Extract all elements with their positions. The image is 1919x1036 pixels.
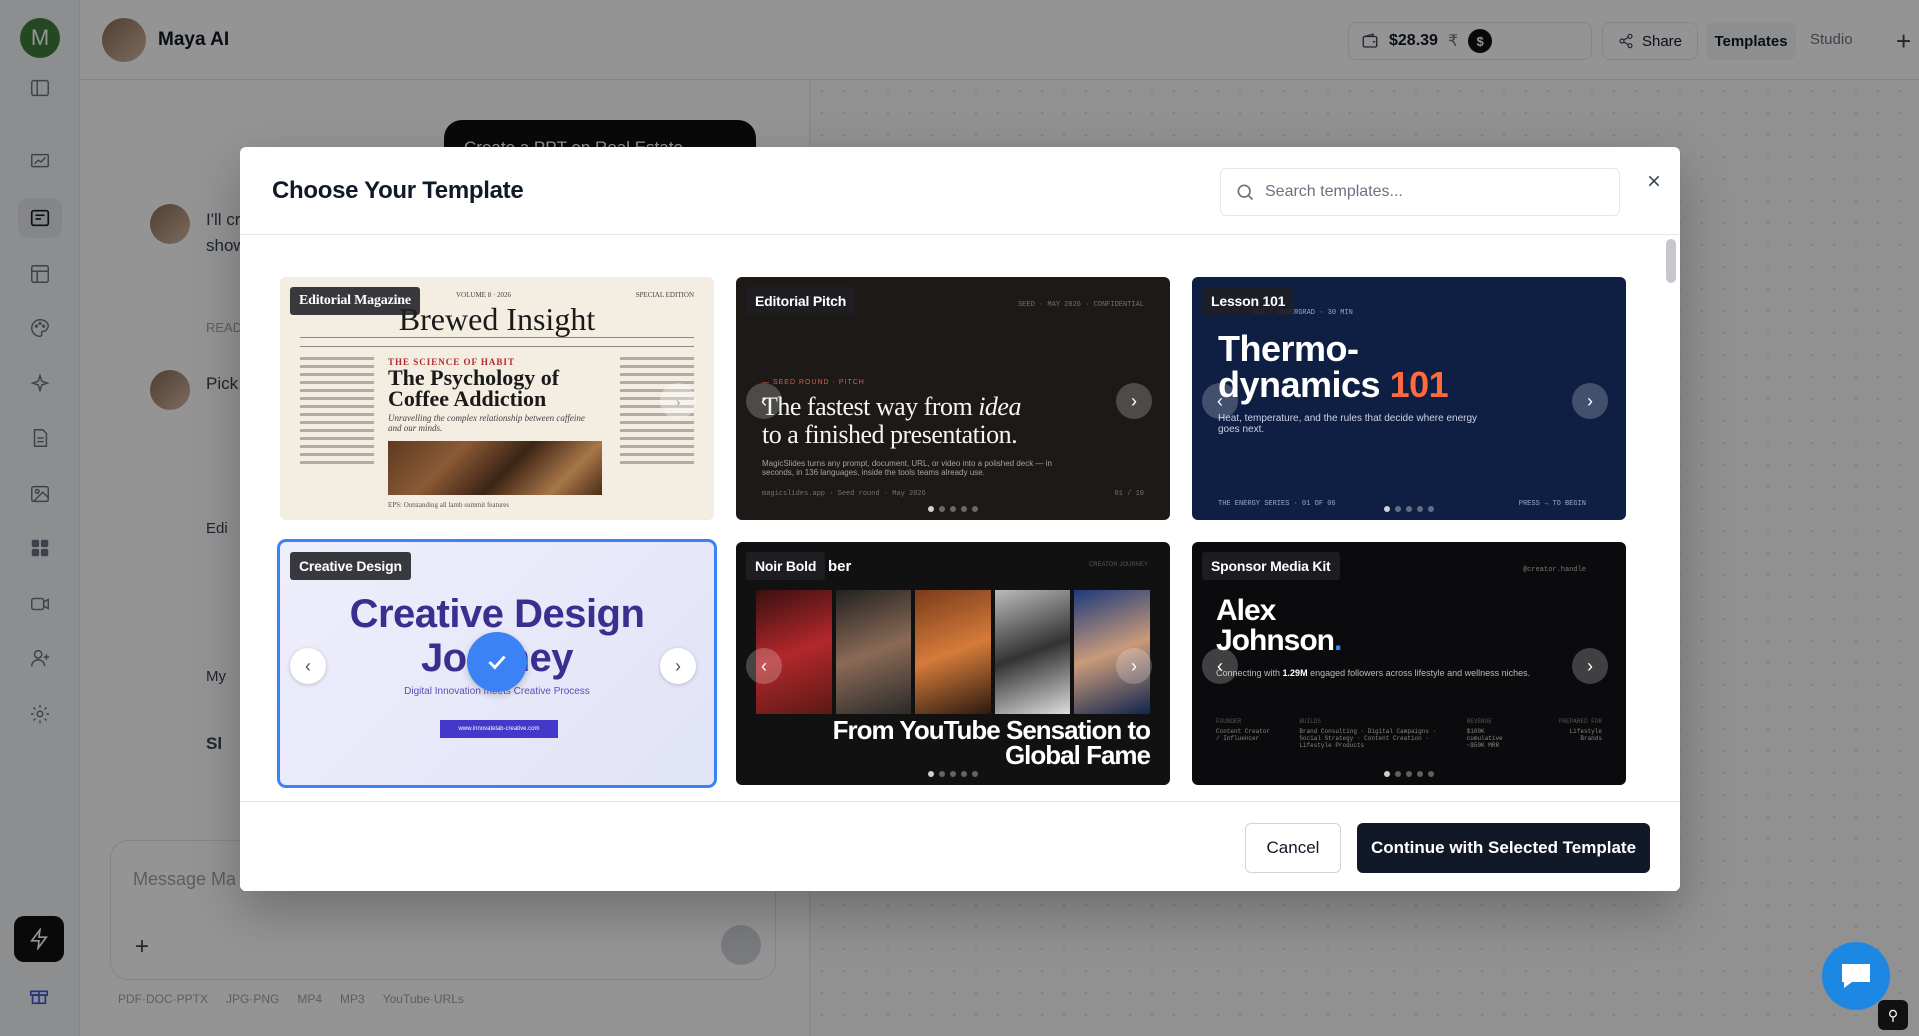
next-slide-arrow[interactable]: › xyxy=(1572,648,1608,684)
template-tag: Editorial Magazine xyxy=(290,287,420,315)
template-search[interactable] xyxy=(1220,168,1620,216)
sponsor-last-name: Johnson xyxy=(1216,624,1335,657)
prev-slide-arrow[interactable]: ‹ xyxy=(1202,648,1238,684)
next-slide-arrow[interactable]: › xyxy=(1572,383,1608,419)
lesson-headline: Thermo- dynamics 101 xyxy=(1218,328,1449,405)
next-slide-arrow[interactable]: › xyxy=(660,383,696,419)
creative-link-button: www.innovatelab-creative.com xyxy=(440,720,558,738)
stat-key: FOUNDER xyxy=(1216,718,1242,725)
modal-header: Choose Your Template xyxy=(240,147,1680,235)
stat-value: Content Creator / Influencer xyxy=(1216,728,1271,742)
magazine-deck: Unravelling the complex relationship bet… xyxy=(388,413,585,433)
sponsor-stat: PREPARED FOR Lifestyle Brands xyxy=(1550,718,1602,749)
selected-check-icon xyxy=(467,632,527,692)
slide-dots xyxy=(1384,771,1434,777)
stat-key: BUILDS xyxy=(1299,718,1321,725)
sponsor-headline: Alex Johnson. xyxy=(1216,594,1342,657)
template-tag: Noir Bold xyxy=(746,552,826,580)
template-card-sponsor-media-kit[interactable]: Sponsor Media Kit @creator.handle Alex J… xyxy=(1192,542,1626,785)
magazine-volume: VOLUME 8 · 2026 xyxy=(456,291,512,299)
creative-headline-a: Creative Design xyxy=(349,592,645,636)
pitch-headline-em: idea xyxy=(978,392,1021,421)
modal-footer: Cancel Continue with Selected Template xyxy=(240,801,1680,891)
noir-tag-tail: ber xyxy=(828,558,852,575)
template-tag: Lesson 101 xyxy=(1202,287,1295,315)
sponsor-stat: REVENUE $100K cumulative ~$50K MRR xyxy=(1467,718,1523,749)
lesson-series: THE ENERGY SERIES · 01 OF 06 xyxy=(1218,500,1336,508)
sponsor-headline-dot: . xyxy=(1334,624,1342,657)
noir-photo-4 xyxy=(994,590,1071,714)
sponsor-stats: FOUNDER Content Creator / Influencer BUIL… xyxy=(1216,718,1602,749)
template-grid: Editorial Magazine VOLUME 8 · 2026 SPECI… xyxy=(277,277,1626,788)
noir-photo-2 xyxy=(835,590,912,714)
support-chat-button[interactable] xyxy=(1822,942,1890,1010)
continue-button[interactable]: Continue with Selected Template xyxy=(1357,823,1650,873)
stat-key: PREPARED FOR xyxy=(1558,718,1602,725)
stat-value: Lifestyle Brands xyxy=(1569,728,1602,742)
grid-scrollbar[interactable] xyxy=(1666,239,1676,797)
noir-headline: From YouTube Sensation to Global Fame xyxy=(832,715,1151,770)
template-card-noir-bold[interactable]: Noir Bold ber CREATOR JOURNEY From YouTu… xyxy=(736,542,1170,785)
pitch-kicker: — SEED ROUND · PITCH xyxy=(762,379,865,386)
search-icon xyxy=(1237,184,1254,201)
grid-scroll-thumb[interactable] xyxy=(1666,239,1676,283)
template-picker-modal: Choose Your Template Editorial Magazine … xyxy=(240,147,1680,891)
next-slide-arrow[interactable]: › xyxy=(1116,648,1152,684)
template-tag: Creative Design xyxy=(290,552,411,580)
lesson-headline-b: dynamics xyxy=(1218,364,1390,405)
cancel-button[interactable]: Cancel xyxy=(1245,823,1341,873)
noir-top-right: CREATOR JOURNEY xyxy=(1088,562,1148,568)
chat-bubble-icon xyxy=(1842,964,1870,988)
prev-slide-arrow[interactable]: ‹ xyxy=(1202,383,1238,419)
magazine-footnote: EPS: Outstanding all lamb summit feature… xyxy=(388,501,510,509)
modal-title: Choose Your Template xyxy=(272,177,524,204)
magazine-edition: SPECIAL EDITION xyxy=(635,291,694,299)
next-slide-arrow[interactable]: › xyxy=(1116,383,1152,419)
search-input[interactable] xyxy=(1265,183,1595,201)
prev-slide-arrow[interactable]: ‹ xyxy=(290,648,326,684)
pitch-description: MagicSlides turns any prompt, document, … xyxy=(762,459,1052,477)
template-tag: Editorial Pitch xyxy=(746,287,856,315)
pitch-headline-a: The fastest way from xyxy=(762,392,979,421)
template-card-editorial-pitch[interactable]: Editorial Pitch SEED · MAY 2026 · CONFID… xyxy=(736,277,1170,520)
pitch-page-number: 01 / 10 xyxy=(1114,490,1144,498)
next-slide-arrow[interactable]: › xyxy=(660,648,696,684)
template-card-editorial-magazine[interactable]: Editorial Magazine VOLUME 8 · 2026 SPECI… xyxy=(280,277,714,520)
lesson-cta: PRESS → TO BEGIN xyxy=(1518,500,1586,508)
template-tag: Sponsor Media Kit xyxy=(1202,552,1340,580)
pitch-date: SEED · MAY 2026 · CONFIDENTIAL xyxy=(1017,301,1144,309)
sponsor-desc-bold: 1.29M xyxy=(1282,668,1308,678)
slide-dots xyxy=(928,506,978,512)
lesson-headline-a: Thermo- xyxy=(1218,328,1359,369)
pitch-footer: magicslides.app · Seed round · May 2026 xyxy=(762,490,926,498)
sponsor-desc-b: engaged followers across lifestyle and w… xyxy=(1307,668,1531,678)
sponsor-stat: BUILDS Brand Consulting · Digital Campaig… xyxy=(1299,718,1439,749)
prev-slide-arrow[interactable]: ‹ xyxy=(746,648,782,684)
sponsor-first-name: Alex xyxy=(1216,594,1276,627)
text-column-left xyxy=(300,357,374,469)
stat-value: $100K cumulative ~$50K MRR xyxy=(1466,728,1503,749)
template-card-creative-design[interactable]: Creative Design Creative Design Journey … xyxy=(277,539,717,788)
magazine-headline: The Psychology of Coffee Addiction xyxy=(388,365,560,411)
template-grid-scroll[interactable]: Editorial Magazine VOLUME 8 · 2026 SPECI… xyxy=(240,235,1680,801)
stat-value: Brand Consulting · Digital Campaigns · S… xyxy=(1299,728,1437,749)
sponsor-description: Connecting with 1.29M engaged followers … xyxy=(1216,668,1546,678)
sponsor-handle: @creator.handle xyxy=(1522,566,1586,574)
prev-slide-arrow[interactable]: ‹ xyxy=(746,383,782,419)
lesson-headline-accent: 101 xyxy=(1389,364,1449,405)
slide-dots xyxy=(1384,506,1434,512)
template-card-lesson-101[interactable]: Lesson 101 ICS / UNDERGRAD · 30 MIN Ther… xyxy=(1192,277,1626,520)
pitch-headline-b: to a finished presentation. xyxy=(762,420,1018,449)
coffee-beans-photo xyxy=(388,441,602,495)
slide-dots xyxy=(928,771,978,777)
extension-badge-icon[interactable]: ⚲ xyxy=(1878,1000,1908,1030)
masthead-rule xyxy=(300,337,694,347)
lesson-description: Heat, temperature, and the rules that de… xyxy=(1218,413,1478,435)
sponsor-stat: FOUNDER Content Creator / Influencer xyxy=(1216,718,1272,749)
noir-photo-3 xyxy=(915,590,991,714)
noir-photo-strip xyxy=(756,590,1150,714)
close-icon[interactable] xyxy=(1640,167,1668,195)
pitch-headline: The fastest way from idea to a finished … xyxy=(762,393,1021,449)
stat-key: REVENUE xyxy=(1466,718,1492,725)
